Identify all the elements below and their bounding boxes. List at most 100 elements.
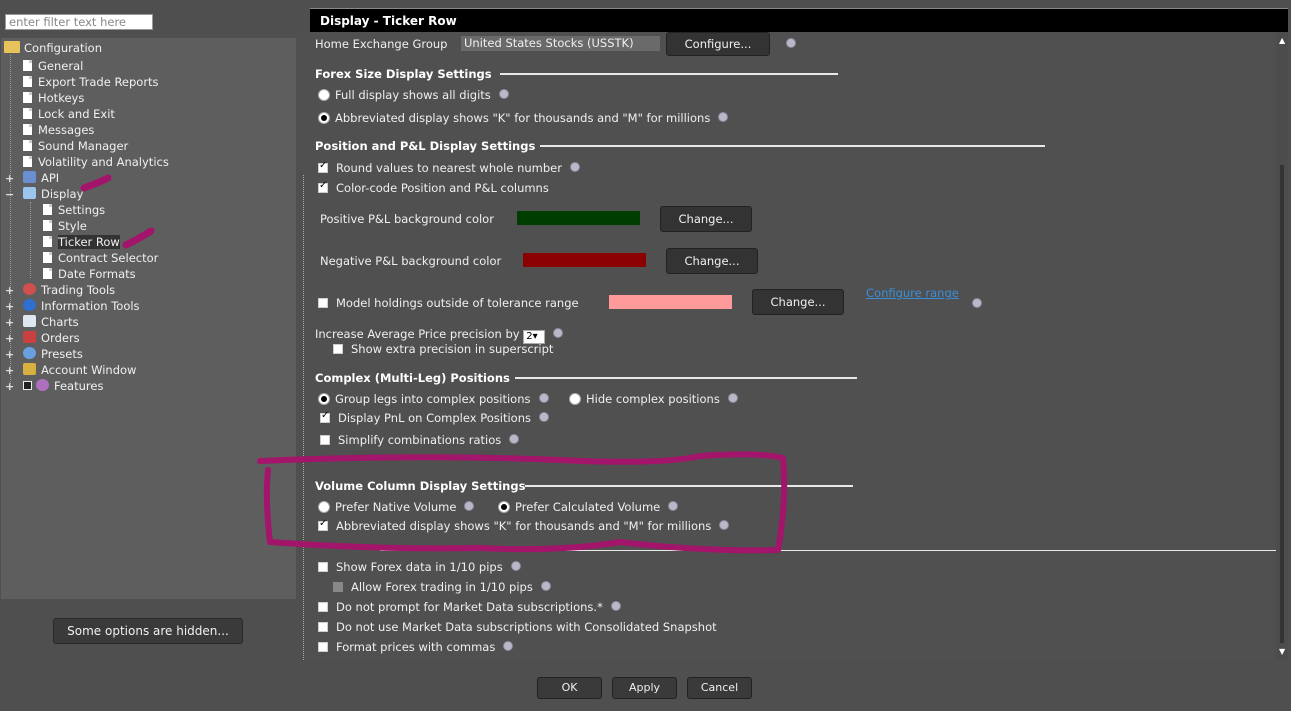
radio-button[interactable]: [498, 501, 510, 513]
tree-item-trading-tools[interactable]: Trading Tools: [23, 282, 115, 298]
help-icon[interactable]: [538, 393, 549, 403]
expand-icon[interactable]: +: [5, 333, 14, 344]
tree-item-presets[interactable]: Presets: [23, 346, 83, 362]
tree-item-sound-manager[interactable]: Sound Manager: [23, 138, 128, 154]
change-positive-color-button[interactable]: Change...: [660, 206, 752, 232]
checkbox[interactable]: [318, 518, 328, 531]
prefer-native-volume-option[interactable]: Prefer Native Volume: [318, 500, 475, 514]
radio-button[interactable]: [318, 89, 330, 101]
checkbox[interactable]: [318, 642, 328, 652]
tree-item-charts[interactable]: Charts: [23, 314, 79, 330]
scroll-up-arrow-icon[interactable]: ▲: [1279, 36, 1285, 45]
checkbox[interactable]: [320, 435, 330, 445]
checkbox[interactable]: [333, 344, 343, 354]
allow-forex-pips-option[interactable]: Allow Forex trading in 1/10 pips: [333, 580, 551, 594]
radio-button[interactable]: [318, 112, 330, 124]
help-icon[interactable]: [540, 581, 551, 591]
tree-item-style[interactable]: Style: [43, 218, 87, 234]
help-icon[interactable]: [509, 434, 520, 444]
expand-icon[interactable]: +: [5, 301, 14, 312]
expand-icon[interactable]: +: [5, 349, 14, 360]
tree-item-general[interactable]: General: [23, 58, 83, 74]
help-icon[interactable]: [553, 328, 564, 338]
tree-item-export-trade-reports[interactable]: Export Trade Reports: [23, 74, 159, 90]
display-pnl-complex-option[interactable]: Display PnL on Complex Positions: [320, 410, 549, 425]
help-icon[interactable]: [610, 601, 621, 611]
apply-button[interactable]: Apply: [612, 677, 677, 699]
cancel-button[interactable]: Cancel: [687, 677, 752, 699]
checkbox[interactable]: [318, 180, 328, 193]
tree-connector: [30, 202, 31, 278]
color-code-option[interactable]: Color-code Position and P&L columns: [318, 180, 549, 195]
forex-pips-option[interactable]: Show Forex data in 1/10 pips: [318, 560, 521, 574]
some-options-hidden-button[interactable]: Some options are hidden...: [53, 618, 243, 644]
checkbox[interactable]: [318, 562, 328, 572]
tree-root-configuration[interactable]: Configuration: [4, 40, 102, 56]
help-icon[interactable]: [719, 520, 730, 530]
radio-button[interactable]: [569, 393, 581, 405]
volume-abbreviated-option[interactable]: Abbreviated display shows "K" for thousa…: [318, 518, 730, 533]
no-consolidated-snapshot-option[interactable]: Do not use Market Data subscriptions wit…: [318, 620, 717, 634]
expand-icon[interactable]: +: [5, 173, 14, 184]
tree-item-volatility-and-analytics[interactable]: Volatility and Analytics: [23, 154, 169, 170]
checkbox[interactable]: [318, 622, 328, 632]
no-prompt-market-data-option[interactable]: Do not prompt for Market Data subscripti…: [318, 600, 621, 614]
tree-item-orders[interactable]: Orders: [23, 330, 80, 346]
help-icon[interactable]: [538, 412, 549, 422]
expand-icon[interactable]: +: [5, 317, 14, 328]
checkbox[interactable]: [318, 298, 328, 308]
tree-item-contract-selector[interactable]: Contract Selector: [43, 250, 158, 266]
filter-input[interactable]: enter filter text here: [5, 14, 153, 30]
checkbox[interactable]: [320, 410, 330, 423]
help-icon[interactable]: [503, 641, 514, 651]
change-model-color-button[interactable]: Change...: [752, 289, 844, 315]
format-prices-commas-option[interactable]: Format prices with commas: [318, 640, 514, 654]
round-values-option[interactable]: Round values to nearest whole number: [318, 160, 580, 175]
tree-item-api[interactable]: API: [23, 170, 59, 186]
prefer-calculated-volume-option[interactable]: Prefer Calculated Volume: [498, 500, 679, 514]
scroll-down-arrow-icon[interactable]: ▼: [1279, 647, 1285, 656]
checkbox[interactable]: [333, 582, 343, 592]
tree-item-ticker-row[interactable]: Ticker Row: [43, 234, 120, 250]
configure-range-link[interactable]: Configure range: [866, 286, 959, 300]
tree-item-information-tools[interactable]: Information Tools: [23, 298, 140, 314]
help-icon[interactable]: [569, 162, 580, 172]
tree-item-features[interactable]: Features: [23, 378, 103, 394]
forex-abbreviated-option[interactable]: Abbreviated display shows "K" for thousa…: [318, 111, 729, 125]
tree-item-settings[interactable]: Settings: [43, 202, 105, 218]
tree-item-display[interactable]: Display: [23, 186, 83, 202]
collapse-icon[interactable]: −: [5, 189, 14, 200]
model-holdings-option[interactable]: Model holdings outside of tolerance rang…: [318, 296, 579, 310]
ok-button[interactable]: OK: [537, 677, 602, 699]
tree-item-lock-and-exit[interactable]: Lock and Exit: [23, 106, 115, 122]
model-color-swatch: [609, 295, 732, 309]
help-icon[interactable]: [464, 501, 475, 511]
help-icon[interactable]: [498, 89, 509, 99]
help-icon[interactable]: [786, 38, 796, 48]
simplify-ratios-option[interactable]: Simplify combinations ratios: [320, 433, 520, 447]
expand-icon[interactable]: +: [5, 381, 14, 392]
help-icon[interactable]: [668, 501, 679, 511]
superscript-option[interactable]: Show extra precision in superscript: [333, 342, 553, 356]
hide-complex-option[interactable]: Hide complex positions: [569, 392, 738, 406]
configure-button[interactable]: Configure...: [666, 32, 770, 56]
change-negative-color-button[interactable]: Change...: [666, 248, 758, 274]
scrollbar-thumb[interactable]: [1280, 165, 1284, 643]
checkbox[interactable]: [318, 160, 328, 173]
help-icon[interactable]: [718, 112, 729, 122]
feature-checkbox[interactable]: [23, 381, 32, 390]
checkbox[interactable]: [318, 602, 328, 612]
tree-item-date-formats[interactable]: Date Formats: [43, 266, 136, 282]
tree-item-account-window[interactable]: Account Window: [23, 362, 136, 378]
help-icon[interactable]: [510, 561, 521, 571]
tree-item-messages[interactable]: Messages: [23, 122, 94, 138]
radio-button[interactable]: [318, 501, 330, 513]
tree-item-hotkeys[interactable]: Hotkeys: [23, 90, 84, 106]
forex-full-display-option[interactable]: Full display shows all digits: [318, 88, 509, 102]
help-icon[interactable]: [972, 298, 982, 308]
radio-button[interactable]: [318, 393, 330, 405]
expand-icon[interactable]: +: [5, 365, 14, 376]
group-legs-option[interactable]: Group legs into complex positions: [318, 392, 549, 406]
expand-icon[interactable]: +: [5, 285, 14, 296]
help-icon[interactable]: [727, 393, 738, 403]
